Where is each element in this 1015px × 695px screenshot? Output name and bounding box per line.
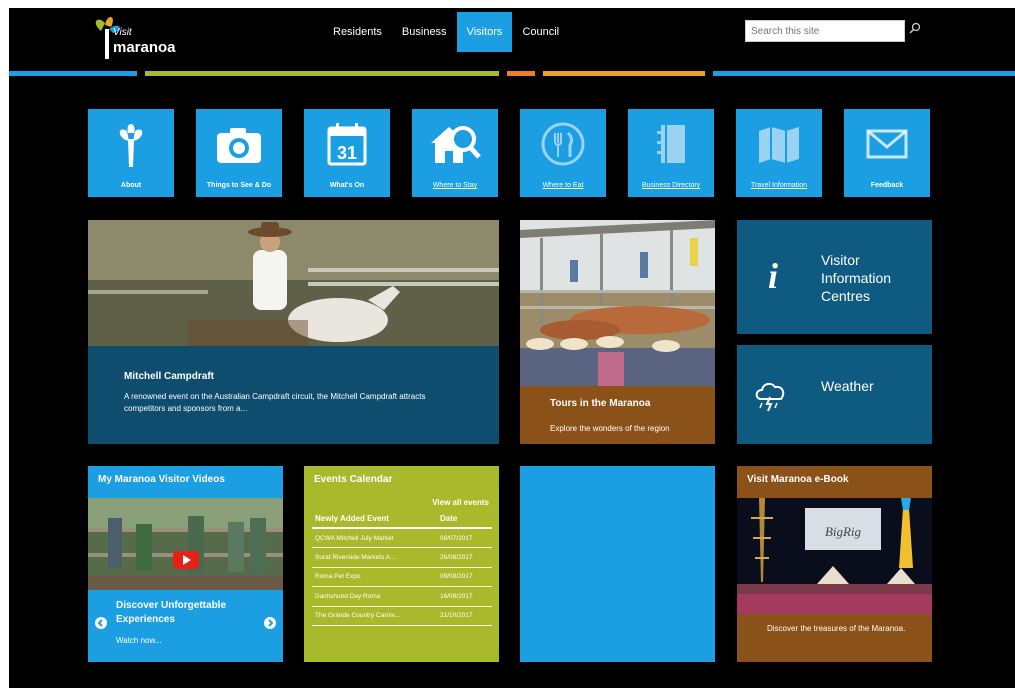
events-col-event: Newly Added Event bbox=[312, 510, 437, 529]
table-row[interactable]: Dachshund Day Roma 16/09/2017 bbox=[312, 586, 492, 607]
tours-title[interactable]: Tours in the Maranoa bbox=[550, 398, 650, 409]
search-icon[interactable] bbox=[909, 22, 923, 36]
feature-campdraft[interactable]: Mitchell Campdraft A renowned event on t… bbox=[88, 220, 499, 444]
event-name[interactable]: QCWA Mitchell July Market bbox=[312, 528, 437, 548]
tile-feedback[interactable]: Feedback bbox=[844, 109, 930, 197]
tile-things-to-see[interactable]: Things to See & Do bbox=[196, 109, 282, 197]
event-name[interactable]: Surat Riverside Markets A... bbox=[312, 547, 437, 568]
page: Visit maranoa Residents Business Visitor… bbox=[9, 8, 1015, 688]
tile-label: What's On bbox=[329, 182, 365, 189]
next-video-icon[interactable] bbox=[263, 616, 277, 635]
calendar-icon: 31 bbox=[304, 121, 390, 169]
weather-title: Weather bbox=[821, 378, 874, 394]
search-input[interactable] bbox=[745, 20, 905, 42]
ebook-sign-text: BigRig bbox=[825, 524, 862, 539]
stripe-olive bbox=[145, 71, 499, 76]
stripe-gold bbox=[543, 71, 705, 76]
videos-header: My Maranoa Visitor Videos bbox=[98, 474, 225, 485]
feature-description: A renowned event on the Australian Campd… bbox=[124, 392, 426, 413]
tile-label: Feedback bbox=[870, 182, 904, 189]
site-logo[interactable]: Visit maranoa bbox=[89, 13, 179, 65]
tile-label: Where to Stay bbox=[432, 182, 478, 189]
nav-business[interactable]: Business bbox=[392, 12, 457, 52]
event-name[interactable]: Roma Pet Expo bbox=[312, 567, 437, 587]
svg-text:31: 31 bbox=[337, 143, 357, 163]
ebook-photo: BigRig bbox=[737, 498, 932, 614]
directory-icon bbox=[628, 121, 714, 169]
event-date: 16/09/2017 bbox=[437, 586, 492, 607]
stripe-blue bbox=[9, 71, 137, 76]
svg-text:i: i bbox=[768, 256, 778, 294]
events-table: Newly Added Event Date QCWA Mitchell Jul… bbox=[312, 510, 492, 626]
table-row[interactable]: QCWA Mitchell July Market 08/07/2017 bbox=[312, 528, 492, 548]
tile-label: Where to Eat bbox=[542, 182, 584, 189]
ebook-header: Visit Maranoa e-Book bbox=[747, 474, 849, 485]
house-search-icon bbox=[412, 121, 498, 169]
tours-panel[interactable]: Tours in the Maranoa Explore the wonders… bbox=[520, 220, 715, 444]
videos-caption: Discover Unforgettable Experiences bbox=[116, 600, 227, 625]
envelope-icon bbox=[844, 121, 930, 169]
tours-photo bbox=[520, 220, 715, 386]
nav-residents[interactable]: Residents bbox=[323, 12, 392, 52]
event-date: 21/10/2017 bbox=[437, 606, 492, 626]
videos-panel[interactable]: My Maranoa Visitor Videos Discover Unfor… bbox=[88, 466, 283, 662]
event-date: 09/09/2017 bbox=[437, 567, 492, 587]
events-header: Events Calendar bbox=[314, 474, 393, 485]
camera-icon bbox=[196, 121, 282, 169]
tree-icon bbox=[88, 121, 174, 169]
logo-word-visit: Visit bbox=[113, 27, 132, 38]
tile-label: About bbox=[120, 182, 142, 189]
campdraft-photo bbox=[88, 220, 499, 346]
fork-knife-icon bbox=[520, 121, 606, 169]
prev-video-icon[interactable] bbox=[94, 616, 108, 635]
visitor-centres-title: Visitor Information Centres bbox=[821, 252, 892, 304]
tile-label: Things to See & Do bbox=[206, 182, 272, 189]
ebook-caption: Discover the treasures of the Maranoa. bbox=[767, 624, 906, 633]
weather-tile[interactable]: Weather bbox=[737, 345, 932, 444]
tile-label: Travel Information bbox=[750, 182, 808, 189]
events-panel: Events Calendar View all events Newly Ad… bbox=[304, 466, 499, 662]
tile-travel-information[interactable]: Travel Information bbox=[736, 109, 822, 197]
table-row[interactable]: Surat Riverside Markets A... 26/08/2017 bbox=[312, 547, 492, 568]
events-col-date: Date bbox=[437, 510, 492, 529]
event-name[interactable]: The Grande Country Carniv... bbox=[312, 606, 437, 626]
tile-business-directory[interactable]: Business Directory bbox=[628, 109, 714, 197]
stripe-orange bbox=[507, 71, 535, 76]
view-all-events-link[interactable]: View all events bbox=[432, 498, 489, 507]
visitor-centres-tile[interactable]: i Visitor Information Centres bbox=[737, 220, 932, 334]
tile-label: Business Directory bbox=[641, 182, 701, 189]
tile-where-to-stay[interactable]: Where to Stay bbox=[412, 109, 498, 197]
nav-visitors[interactable]: Visitors bbox=[456, 12, 513, 52]
storm-cloud-icon bbox=[755, 382, 785, 412]
map-icon bbox=[736, 121, 822, 169]
tile-about[interactable]: About bbox=[88, 109, 174, 197]
videos-photo bbox=[88, 498, 283, 590]
videos-watch-link[interactable]: Watch now... bbox=[116, 635, 162, 647]
stripe-blue-right bbox=[713, 71, 1015, 76]
tile-whats-on[interactable]: 31 What's On bbox=[304, 109, 390, 197]
tile-where-to-eat[interactable]: Where to Eat bbox=[520, 109, 606, 197]
event-name[interactable]: Dachshund Day Roma bbox=[312, 586, 437, 607]
ebook-panel[interactable]: Visit Maranoa e-Book BigRig Discover the… bbox=[737, 466, 932, 662]
event-date: 08/07/2017 bbox=[437, 528, 492, 548]
feature-title[interactable]: Mitchell Campdraft bbox=[124, 371, 214, 382]
info-icon: i bbox=[768, 256, 778, 294]
event-date: 26/08/2017 bbox=[437, 547, 492, 568]
tours-description: Explore the wonders of the region bbox=[550, 424, 670, 433]
main-nav: Residents Business Visitors Council bbox=[323, 12, 569, 52]
blank-tile bbox=[520, 466, 715, 662]
logo-word-maranoa: maranoa bbox=[113, 39, 176, 56]
table-row[interactable]: The Grande Country Carniv... 21/10/2017 bbox=[312, 606, 492, 626]
nav-council[interactable]: Council bbox=[512, 12, 569, 52]
table-row[interactable]: Roma Pet Expo 09/09/2017 bbox=[312, 567, 492, 587]
